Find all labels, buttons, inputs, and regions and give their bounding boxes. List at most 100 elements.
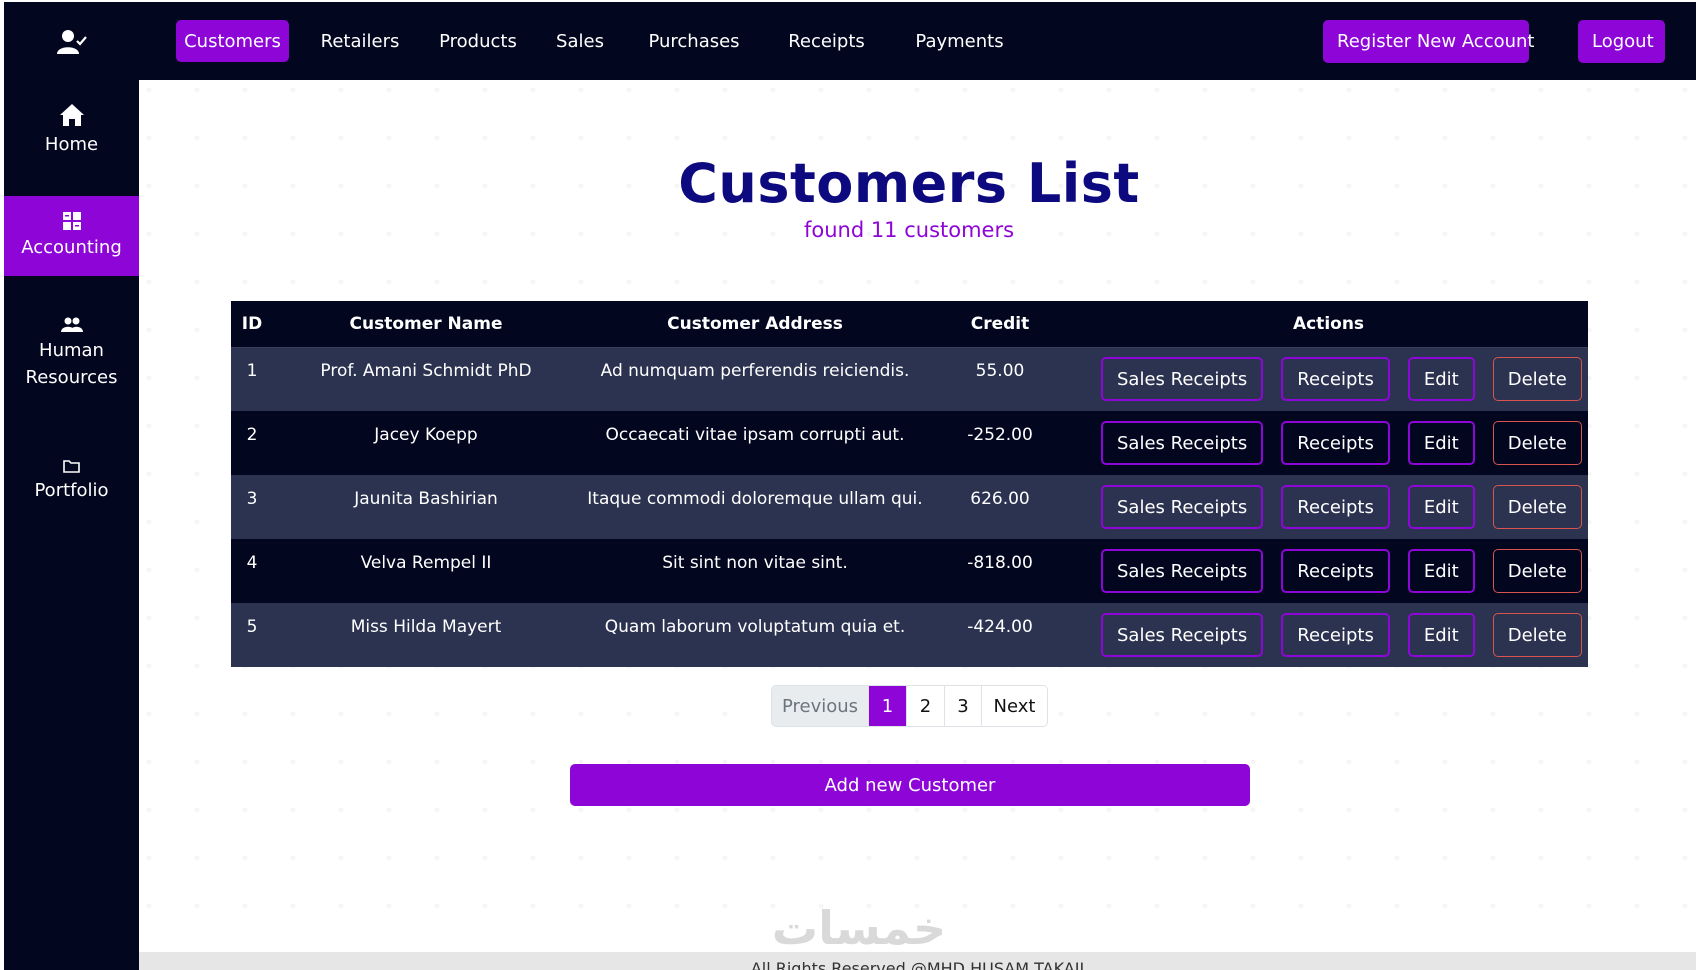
sidebar-item-label: Home: [44, 133, 99, 155]
row-actions: Sales Receipts Receipts Edit Delete: [1069, 357, 1588, 402]
page-title: Customers List: [678, 152, 1140, 215]
cell-id-text: 3: [246, 489, 258, 509]
add-customer-button[interactable]: Add new Customer: [570, 764, 1250, 806]
delete-button[interactable]: Delete: [1492, 421, 1582, 465]
nav-customers[interactable]: Customers: [176, 20, 289, 62]
sidebar-item-label: Human Resources: [25, 340, 118, 388]
delete-button[interactable]: Delete: [1492, 357, 1582, 402]
nav-purchases[interactable]: Purchases: [636, 20, 752, 62]
delete-button[interactable]: Delete: [1492, 549, 1582, 593]
cell-name-text: Jacey Koepp: [374, 425, 478, 445]
cell-credit-text: 626.00: [970, 489, 1030, 509]
sales-receipts-button[interactable]: Sales Receipts: [1101, 613, 1264, 657]
edit-button[interactable]: Edit: [1407, 357, 1475, 402]
cell-credit-text: 55.00: [975, 361, 1025, 382]
sidebar-item-human-resources[interactable]: Human Resources: [4, 314, 139, 394]
main-content: Customers List found 11 customers ID Cus…: [139, 80, 1696, 970]
sales-receipts-button[interactable]: Sales Receipts: [1101, 549, 1264, 593]
cell-credit: 55.00: [931, 347, 1069, 411]
sidebar-item-label: Portfolio: [34, 479, 109, 501]
cell-credit-text: -818.00: [967, 553, 1033, 573]
cell-name-text: Miss Hilda Mayert: [350, 617, 502, 637]
receipts-button[interactable]: Receipts: [1281, 549, 1390, 593]
cell-address-text: Itaque commodi doloremque ullam qui.: [587, 489, 923, 509]
delete-button[interactable]: Delete: [1492, 613, 1582, 657]
sales-receipts-button[interactable]: Sales Receipts: [1101, 357, 1264, 402]
cell-credit: -252.00: [931, 411, 1069, 475]
cell-address: Quam laborum voluptatum quia et.: [579, 603, 931, 667]
cell-address: Ad numquam perferendis reiciendis.: [579, 347, 931, 411]
sidebar-item-label: Accounting: [21, 236, 122, 258]
users-icon: [60, 317, 83, 333]
nav-retailers[interactable]: Retailers: [312, 20, 408, 62]
cell-actions: Sales Receipts Receipts Edit Delete: [1069, 539, 1588, 603]
cell-address: Itaque commodi doloremque ullam qui.: [579, 475, 931, 539]
table-row: 5 Miss Hilda Mayert Quam laborum volupta…: [231, 603, 1588, 667]
row-actions: Sales Receipts Receipts Edit Delete: [1069, 421, 1588, 465]
cell-id-text: 5: [246, 617, 258, 637]
cell-name-text: Prof. Amani Schmidt PhD: [320, 361, 532, 382]
cell-address-text: Occaecati vitae ipsam corrupti aut.: [605, 425, 905, 445]
cell-address: Occaecati vitae ipsam corrupti aut.: [579, 411, 931, 475]
cell-credit: -818.00: [931, 539, 1069, 603]
col-header-name: Customer Name: [273, 301, 579, 348]
folder-icon: [62, 459, 81, 473]
receipts-button[interactable]: Receipts: [1281, 357, 1390, 402]
pagination-page-1[interactable]: 1: [869, 686, 907, 726]
nav-products[interactable]: Products: [431, 20, 525, 62]
user-check-icon[interactable]: [4, 22, 139, 62]
receipts-button[interactable]: Receipts: [1281, 421, 1390, 465]
cell-name-text: Velva Rempel II: [360, 553, 492, 573]
pagination-previous[interactable]: Previous: [772, 686, 869, 726]
cell-credit: -424.00: [931, 603, 1069, 667]
sidebar: Home Accounting Human Resources Portfoli…: [4, 2, 139, 970]
cell-name-text: Jaunita Bashirian: [354, 489, 498, 509]
logout-button[interactable]: Logout: [1578, 20, 1665, 63]
pagination-page-2[interactable]: 2: [907, 686, 945, 726]
row-actions: Sales Receipts Receipts Edit Delete: [1069, 613, 1588, 657]
register-account-button[interactable]: Register New Account: [1323, 20, 1535, 63]
pagination: Previous 1 2 3 Next: [771, 685, 1048, 727]
receipts-button[interactable]: Receipts: [1281, 485, 1390, 529]
accounting-icon: [62, 211, 81, 230]
cell-id-text: 2: [246, 425, 258, 445]
sales-receipts-button[interactable]: Sales Receipts: [1101, 485, 1264, 529]
cell-address-text: Ad numquam perferendis reiciendis.: [600, 361, 910, 382]
pagination-next[interactable]: Next: [982, 686, 1047, 726]
edit-button[interactable]: Edit: [1407, 549, 1475, 593]
sales-receipts-button[interactable]: Sales Receipts: [1101, 421, 1264, 465]
cell-id: 5: [231, 603, 273, 667]
cell-address-text: Quam laborum voluptatum quia et.: [604, 617, 906, 637]
page-subtitle: found 11 customers: [803, 218, 1015, 242]
sidebar-item-portfolio[interactable]: Portfolio: [4, 446, 139, 516]
footer: All Rights Reserved @MHD HUSAM TAKAII: [139, 952, 1696, 970]
nav-receipts[interactable]: Receipts: [776, 20, 877, 62]
cell-actions: Sales Receipts Receipts Edit Delete: [1069, 475, 1588, 539]
delete-button[interactable]: Delete: [1492, 485, 1582, 529]
table-row: 1 Prof. Amani Schmidt PhD Ad numquam per…: [231, 347, 1588, 411]
nav-payments[interactable]: Payments: [901, 20, 1018, 62]
cell-id-text: 4: [246, 553, 258, 573]
edit-button[interactable]: Edit: [1407, 613, 1475, 657]
receipts-button[interactable]: Receipts: [1281, 613, 1390, 657]
customers-table: ID Customer Name Customer Address Credit…: [231, 301, 1588, 667]
cell-name: Velva Rempel II: [273, 539, 579, 603]
cell-actions: Sales Receipts Receipts Edit Delete: [1069, 411, 1588, 475]
col-header-credit: Credit: [931, 301, 1069, 348]
cell-actions: Sales Receipts Receipts Edit Delete: [1069, 603, 1588, 667]
home-icon: [59, 103, 85, 127]
watermark-logo: خمسات: [749, 901, 969, 955]
row-actions: Sales Receipts Receipts Edit Delete: [1069, 485, 1588, 529]
edit-button[interactable]: Edit: [1407, 485, 1475, 529]
cell-actions: Sales Receipts Receipts Edit Delete: [1069, 347, 1588, 411]
col-header-actions: Actions: [1069, 301, 1588, 348]
cell-credit-text: -424.00: [967, 617, 1033, 637]
sidebar-item-home[interactable]: Home: [4, 90, 139, 170]
pagination-page-3[interactable]: 3: [945, 686, 982, 726]
cell-address-text: Sit sint non vitae sint.: [662, 553, 848, 573]
sidebar-item-accounting[interactable]: Accounting: [4, 196, 139, 276]
edit-button[interactable]: Edit: [1407, 421, 1475, 465]
nav-sales[interactable]: Sales: [548, 20, 612, 62]
col-header-address: Customer Address: [579, 301, 931, 348]
cell-id: 1: [231, 347, 273, 411]
